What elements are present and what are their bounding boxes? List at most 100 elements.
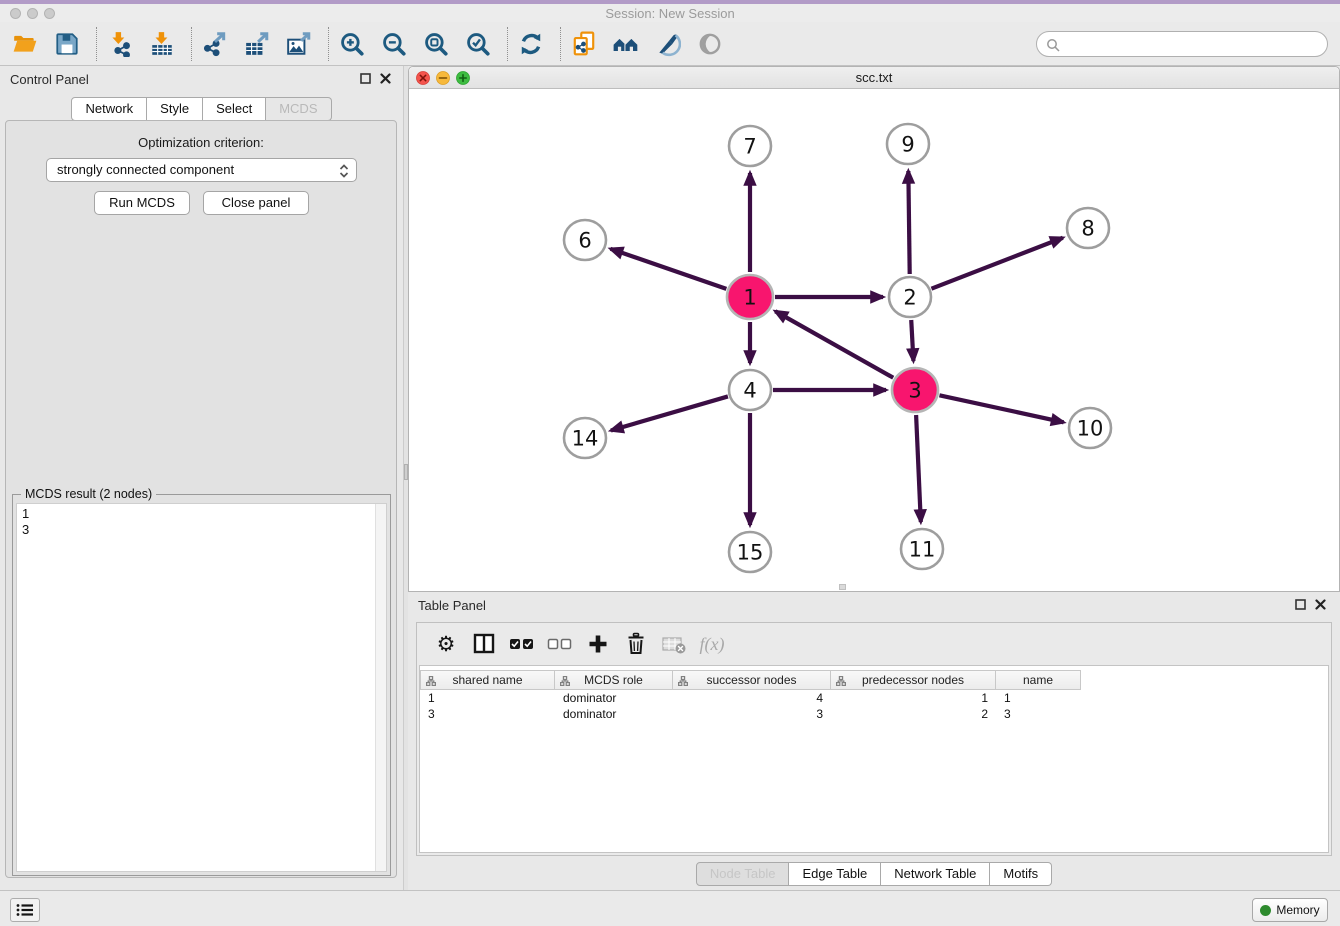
- column-header-name[interactable]: name: [996, 670, 1081, 690]
- svg-text:10: 10: [1077, 416, 1104, 440]
- graph-node-15[interactable]: 15: [729, 532, 771, 572]
- close-panel-button[interactable]: Close panel: [203, 191, 309, 215]
- run-mcds-button[interactable]: Run MCDS: [94, 191, 190, 215]
- checked-boxes-icon: [509, 637, 535, 651]
- graph-node-14[interactable]: 14: [564, 418, 606, 458]
- graph-edge-3-10[interactable]: [939, 395, 1063, 422]
- export-network-button[interactable]: [200, 28, 230, 60]
- import-table-button[interactable]: [147, 28, 177, 60]
- clone-network-icon: [571, 31, 597, 57]
- column-header-predecessor-nodes[interactable]: predecessor nodes: [831, 670, 996, 690]
- close-panel-icon[interactable]: [380, 73, 391, 84]
- paint-slash-icon: [655, 31, 681, 57]
- show-graphics-details-button[interactable]: [653, 28, 683, 60]
- export-table-button[interactable]: [242, 28, 272, 60]
- open-session-button[interactable]: [10, 28, 40, 60]
- control-panel-tabs: Network Style Select MCDS: [0, 97, 403, 121]
- memory-button[interactable]: Memory: [1252, 898, 1328, 922]
- table-settings-button[interactable]: ⚙: [431, 629, 461, 659]
- float-panel-icon[interactable]: [1295, 599, 1306, 610]
- network-canvas[interactable]: 7 9 6 8 1 2 4 3 14 10 15 11: [409, 89, 1339, 591]
- tab-network[interactable]: Network: [71, 97, 147, 121]
- export-network-icon: [202, 31, 228, 57]
- add-column-button[interactable]: [583, 629, 613, 659]
- criterion-value: strongly connected component: [57, 162, 234, 177]
- function-builder-button[interactable]: f(x): [697, 629, 727, 659]
- canvas-grip[interactable]: [839, 584, 846, 590]
- network-title: scc.txt: [409, 70, 1339, 85]
- control-panel-title: Control Panel: [10, 72, 89, 87]
- criterion-dropdown[interactable]: strongly connected component: [46, 158, 357, 182]
- zoom-fit-button[interactable]: [421, 28, 451, 60]
- result-line: 1: [17, 504, 386, 522]
- graph-node-10[interactable]: 10: [1069, 408, 1111, 448]
- search-field[interactable]: [1036, 31, 1328, 57]
- float-panel-icon[interactable]: [360, 73, 371, 84]
- table-row[interactable]: 3 dominator 3 2 3: [420, 706, 1081, 722]
- table-row[interactable]: 1 dominator 4 1 1: [420, 690, 1081, 706]
- zoom-out-button[interactable]: [379, 28, 409, 60]
- clone-network-button[interactable]: [569, 28, 599, 60]
- split-panel-button[interactable]: [469, 629, 499, 659]
- close-panel-icon[interactable]: [1315, 599, 1326, 610]
- network-window-titlebar[interactable]: scc.txt: [409, 67, 1339, 89]
- graph-edge-2-3[interactable]: [911, 320, 913, 361]
- table-panel: Table Panel ⚙: [408, 592, 1340, 890]
- network-graph[interactable]: 7 9 6 8 1 2 4 3 14 10 15 11: [409, 89, 1339, 591]
- graph-node-8[interactable]: 8: [1067, 208, 1109, 248]
- toolbar-separator: [191, 27, 192, 61]
- svg-text:3: 3: [908, 378, 921, 402]
- tab-node-table[interactable]: Node Table: [696, 862, 790, 886]
- import-network-button[interactable]: [105, 28, 135, 60]
- delete-columns-button[interactable]: [621, 629, 651, 659]
- svg-text:4: 4: [743, 378, 756, 402]
- tab-mcds[interactable]: MCDS: [266, 97, 331, 121]
- search-icon: [1046, 38, 1060, 52]
- graph-node-2[interactable]: 2: [889, 277, 931, 317]
- unselect-all-columns-button[interactable]: [545, 629, 575, 659]
- status-bar: Memory: [0, 890, 1340, 926]
- graph-node-11[interactable]: 11: [901, 529, 943, 569]
- column-header-shared-name[interactable]: shared name: [420, 670, 555, 690]
- tab-motifs[interactable]: Motifs: [990, 862, 1052, 886]
- graph-node-6[interactable]: 6: [564, 220, 606, 260]
- graph-edge-3-11[interactable]: [916, 415, 921, 522]
- first-neighbors-button[interactable]: [611, 28, 641, 60]
- svg-text:15: 15: [737, 540, 764, 564]
- save-session-button[interactable]: [52, 28, 82, 60]
- tab-edge-table[interactable]: Edge Table: [789, 862, 881, 886]
- log-console-button[interactable]: [10, 898, 40, 922]
- export-image-button[interactable]: [284, 28, 314, 60]
- open-folder-icon: [12, 31, 38, 57]
- mcds-result-textarea[interactable]: 1 3: [16, 503, 387, 872]
- graph-edge-3-1[interactable]: [775, 311, 893, 377]
- graph-edge-1-6[interactable]: [611, 249, 727, 289]
- tab-network-table[interactable]: Network Table: [881, 862, 990, 886]
- search-input[interactable]: [1065, 34, 1319, 54]
- zoom-in-icon: [339, 31, 365, 57]
- graph-edge-4-14[interactable]: [611, 396, 728, 430]
- zoom-selected-button[interactable]: [463, 28, 493, 60]
- graph-edge-2-8[interactable]: [931, 238, 1062, 289]
- result-scrollbar[interactable]: [375, 504, 386, 871]
- select-all-columns-button[interactable]: [507, 629, 537, 659]
- column-type-icon: [426, 676, 436, 686]
- node-table: shared name MCDS role successor nodes pr…: [419, 665, 1329, 853]
- apply-layout-button[interactable]: [516, 28, 546, 60]
- table-toolbar: ⚙: [417, 623, 1331, 665]
- svg-text:2: 2: [903, 285, 916, 309]
- graph-node-9[interactable]: 9: [887, 124, 929, 164]
- delete-table-button[interactable]: [659, 629, 689, 659]
- gear-icon: ⚙: [437, 632, 456, 656]
- graph-edge-2-9[interactable]: [908, 171, 909, 274]
- toggle-visibility-button[interactable]: [695, 28, 725, 60]
- graph-node-4[interactable]: 4: [729, 370, 771, 410]
- graph-node-7[interactable]: 7: [729, 126, 771, 166]
- column-header-successor-nodes[interactable]: successor nodes: [673, 670, 831, 690]
- zoom-in-button[interactable]: [337, 28, 367, 60]
- graph-node-3[interactable]: 3: [892, 368, 938, 412]
- tab-style[interactable]: Style: [147, 97, 203, 121]
- tab-select[interactable]: Select: [203, 97, 266, 121]
- graph-node-1[interactable]: 1: [727, 275, 773, 319]
- column-header-mcds-role[interactable]: MCDS role: [555, 670, 673, 690]
